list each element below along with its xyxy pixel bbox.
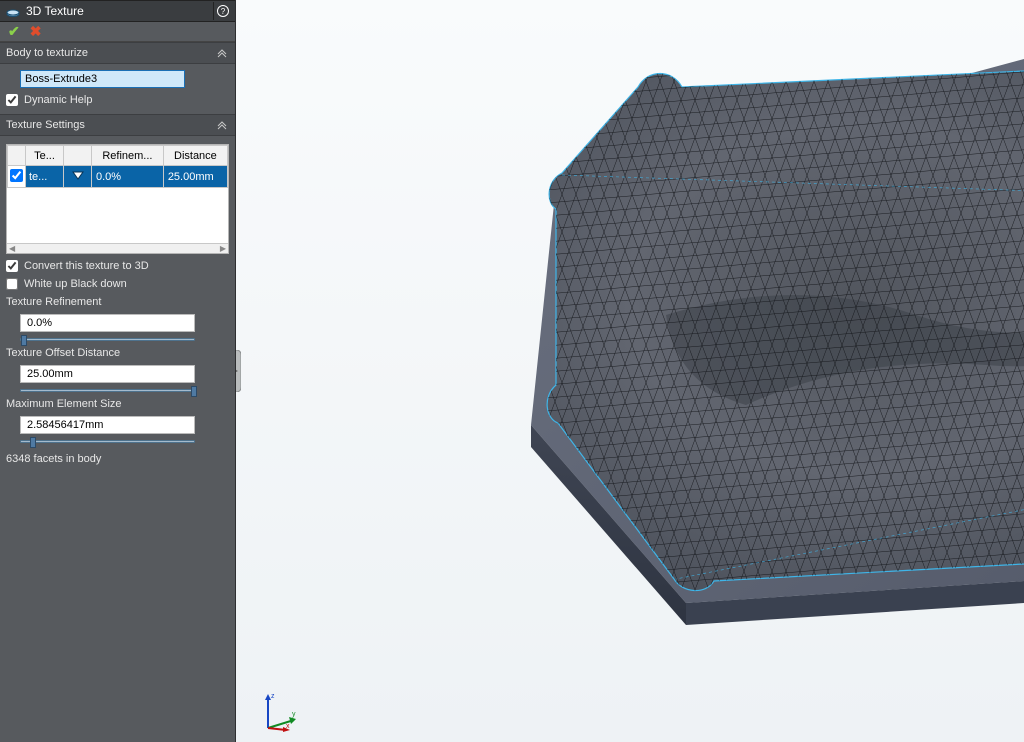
col-distance[interactable]: Distance	[163, 146, 227, 166]
dynamic-help-checkbox[interactable]	[6, 94, 18, 106]
convert-3d-label: Convert this texture to 3D	[24, 260, 149, 272]
help-icon[interactable]: ?	[213, 2, 231, 20]
axis-y-label: y	[292, 711, 296, 718]
viewport-3d[interactable]: z y x	[236, 0, 1024, 742]
row-flip-icon[interactable]	[64, 166, 92, 188]
white-black-label: White up Black down	[24, 278, 127, 290]
panel-title: 3D Texture	[22, 4, 213, 18]
convert-3d-checkbox[interactable]	[6, 260, 18, 272]
col-texture[interactable]: Te...	[26, 146, 64, 166]
slider-thumb[interactable]	[30, 437, 36, 448]
body-selection-input[interactable]	[20, 70, 185, 88]
row-enable-checkbox[interactable]	[10, 169, 23, 182]
section-title: Texture Settings	[6, 119, 85, 131]
row-distance[interactable]: 25.00mm	[163, 166, 227, 188]
refine-slider[interactable]	[20, 338, 195, 341]
texture-table[interactable]: Te... Refinem... Distance te... 0.0% 25.…	[6, 144, 229, 254]
table-hscroll[interactable]: ◀▶	[7, 243, 228, 253]
table-row[interactable]: te... 0.0% 25.00mm	[8, 166, 228, 188]
panel-splitter-handle[interactable]	[236, 350, 241, 392]
panel-header: 3D Texture ?	[0, 0, 235, 22]
section-head-settings[interactable]: Texture Settings	[0, 114, 235, 136]
section-title: Body to texturize	[6, 47, 88, 59]
col-refinement[interactable]: Refinem...	[92, 146, 164, 166]
model-render	[516, 45, 1024, 625]
confirm-row: ✔ ✖	[0, 22, 235, 42]
offset-slider[interactable]	[20, 389, 195, 392]
white-black-checkbox[interactable]	[6, 278, 18, 290]
row-refine[interactable]: 0.0%	[92, 166, 164, 188]
elem-slider[interactable]	[20, 440, 195, 443]
view-triad[interactable]: z y x	[256, 690, 298, 732]
refine-label: Texture Refinement	[6, 296, 229, 308]
collapse-icon[interactable]	[215, 46, 229, 60]
elem-label: Maximum Element Size	[6, 398, 229, 410]
axis-x-label: x	[286, 723, 290, 730]
texture-icon	[4, 2, 22, 20]
slider-thumb[interactable]	[191, 386, 197, 397]
axis-z-label: z	[271, 693, 275, 700]
ok-button[interactable]: ✔	[8, 23, 20, 40]
dynamic-help-label: Dynamic Help	[24, 94, 92, 106]
refine-input[interactable]	[20, 314, 195, 332]
elem-input[interactable]	[20, 416, 195, 434]
section-body-to-texturize: Body to texturize Dynamic Help	[0, 42, 235, 114]
slider-thumb[interactable]	[21, 335, 27, 346]
offset-input[interactable]	[20, 365, 195, 383]
section-head-body[interactable]: Body to texturize	[0, 42, 235, 64]
section-texture-settings: Texture Settings Te... Refinem... Distan…	[0, 114, 235, 473]
facets-count: 6348 facets in body	[6, 453, 229, 465]
offset-label: Texture Offset Distance	[6, 347, 229, 359]
property-panel: 3D Texture ? ✔ ✖ Body to texturize Dynam…	[0, 0, 236, 742]
cancel-button[interactable]: ✖	[30, 23, 42, 40]
collapse-icon[interactable]	[215, 118, 229, 132]
svg-text:?: ?	[220, 7, 225, 16]
row-name[interactable]: te...	[26, 166, 64, 188]
